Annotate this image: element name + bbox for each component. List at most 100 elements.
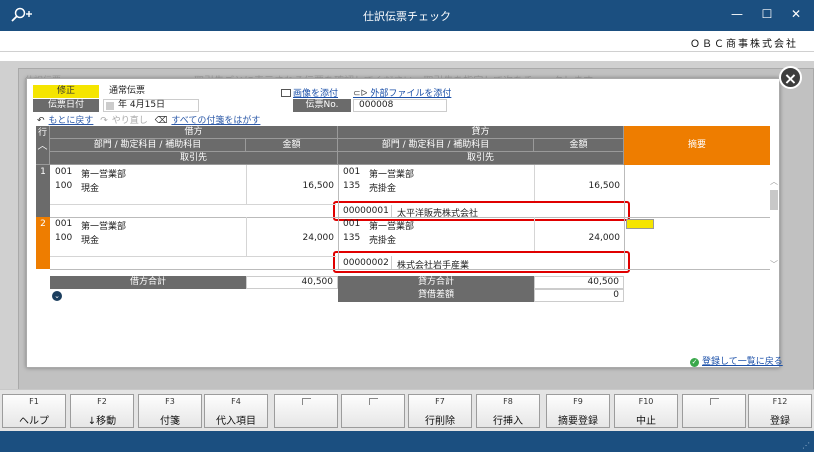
key-notch [369,398,378,405]
cell-divider [338,165,339,269]
row-1-credit-amount[interactable]: 16,500 [534,181,621,191]
check-icon: ✓ [690,358,699,367]
cell-divider [534,165,535,201]
f3-tag-button[interactable]: F3 付箋 [138,394,202,428]
row-1-debit-dept-code[interactable]: 001 [55,167,72,177]
fkey-label: 付箋 [160,416,180,427]
scroll-up-icon[interactable]: ︿ [770,176,778,187]
fkey-label: 行削除 [425,416,455,427]
remove-tags-link[interactable]: すべての付箋をはがす [171,116,260,126]
redo-link[interactable]: やり直し [112,116,148,126]
collapse-icon[interactable]: ︿ [38,141,48,152]
row-header: 行 ︿ [36,126,50,165]
row-2-credit-amount[interactable]: 24,000 [534,233,621,243]
fkey-code: F12 [772,397,788,406]
attach-image-link[interactable]: 画像を添付 [281,86,338,99]
row-1-credit-dept-code[interactable]: 001 [343,167,360,177]
cell-divider [534,217,535,251]
voucher-check-modal: 修正 通常伝票 伝票日付 年 4月15日 画像を添付 ⊂ᐅ 外部ファイルを添付 … [26,78,783,368]
key-notch [302,398,311,405]
row-1-number: 1 [40,167,46,177]
modal-close-button[interactable]: × [779,66,802,89]
row-1-customer-code: 00000001 [343,206,389,216]
row-1-credit-acct-code[interactable]: 135 [343,181,360,191]
edit-actions: ↶ もとに戻す ↷ やり直し ⌫ すべての付箋をはがす [37,113,264,126]
fkey-code: F7 [435,397,445,406]
undo-link[interactable]: もとに戻す [49,116,94,126]
row-1-debit-amount[interactable]: 16,500 [246,181,335,191]
mode-badge: 修正 [33,85,99,98]
credit-header: 貸方 [338,126,624,139]
fkey-code: F10 [638,397,654,406]
f10-cancel-button[interactable]: F10 中止 [614,394,678,428]
row-1-debit-acct[interactable]: 現金 [81,181,99,194]
row-2-credit-dept-code[interactable]: 001 [343,219,360,229]
title-bar: 仕訳伝票チェック — ☐ ✕ [0,0,814,31]
debit-amount-header: 金額 [246,139,338,152]
resize-grip-icon[interactable]: ⋰ [802,441,810,450]
cell-divider [391,256,392,269]
cell-divider [624,165,625,269]
function-key-bar: F1 ヘルプ F2 ↓移動 F3 付箋 F4 代入項目 F7 行削除 F8 行挿入 F9 摘要… [0,389,814,431]
attach-external-link[interactable]: ⊂ᐅ 外部ファイルを添付 [353,86,451,99]
f8-insert-row-button[interactable]: F8 行挿入 [476,394,540,428]
f1-help-button[interactable]: F1 ヘルプ [2,394,66,428]
row-1-credit-acct[interactable]: 売掛金 [369,181,396,194]
status-bar: ⋰ [0,431,814,452]
key-notch [710,398,719,405]
debit-total: 40,500 [246,276,338,289]
register-return-link[interactable]: ✓ 登録して一覧に戻る [690,354,783,367]
undo-icon: ↶ [37,116,45,126]
fkey-code: F8 [503,397,513,406]
row-2-debit-dept[interactable]: 第一営業部 [81,219,126,232]
row-1-marker[interactable]: 1 [36,165,50,217]
register-return-label: 登録して一覧に戻る [702,357,783,367]
minimize-button[interactable]: — [730,7,744,21]
voucher-no-field[interactable]: 000008 [353,99,447,112]
fkey-label: 登録 [770,416,790,427]
era-box [106,102,114,110]
date-value: 年 4月15日 [118,100,166,110]
row-1-credit-dept[interactable]: 第一営業部 [369,167,414,180]
f2-move-button[interactable]: F2 ↓移動 [70,394,134,428]
row-2-marker[interactable]: 2 [36,217,50,269]
row-2-credit-acct[interactable]: 売掛金 [369,233,396,246]
row-2-debit-amount[interactable]: 24,000 [246,233,335,243]
f12-register-button[interactable]: F12 登録 [748,394,812,428]
f9-memo-register-button[interactable]: F9 摘要登録 [546,394,610,428]
paperclip-icon: ⊂ᐅ [353,89,368,99]
maximize-button[interactable]: ☐ [760,7,774,21]
divider [0,51,814,52]
debit-subheader: 部門 / 勘定科目 / 補助科目 [50,139,246,152]
credit-amount-header: 金額 [534,139,624,152]
f7-delete-row-button[interactable]: F7 行削除 [408,394,472,428]
voucher-type[interactable]: 通常伝票 [103,85,199,98]
cell-divider [50,204,336,205]
date-field[interactable]: 年 4月15日 [103,99,199,112]
fkey-label: ↓移動 [87,416,117,427]
memo-input[interactable] [626,219,654,229]
row-divider [50,269,770,270]
row-1-debit-acct-code[interactable]: 100 [55,181,72,191]
fkey-code: F9 [573,397,583,406]
f6-empty-button[interactable] [341,394,405,428]
row-2-debit-acct[interactable]: 現金 [81,233,99,246]
row-2-debit-acct-code[interactable]: 100 [55,233,72,243]
f5-empty-button[interactable] [274,394,338,428]
f11-empty-button[interactable] [682,394,746,428]
attach-image-label: 画像を添付 [293,89,339,99]
row-2-debit-dept-code[interactable]: 001 [55,219,72,229]
f4-substitute-button[interactable]: F4 代入項目 [204,394,268,428]
fkey-label: 代入項目 [216,416,256,427]
scroll-down-icon[interactable]: ﹀ [770,259,778,270]
row-2-credit-acct-code[interactable]: 135 [343,233,360,243]
cell-divider [50,256,336,257]
row-1-debit-dept[interactable]: 第一営業部 [81,167,126,180]
row-1-customer-highlight[interactable]: 00000001 太平洋販売株式会社 [333,201,630,221]
row-2-credit-dept[interactable]: 第一営業部 [369,219,414,232]
expand-down-icon[interactable]: ⌄ [52,291,62,301]
close-window-button[interactable]: ✕ [789,7,803,21]
scrollbar-thumb[interactable] [770,190,778,210]
window-title: 仕訳伝票チェック [363,10,451,23]
date-label: 伝票日付 [33,99,99,112]
